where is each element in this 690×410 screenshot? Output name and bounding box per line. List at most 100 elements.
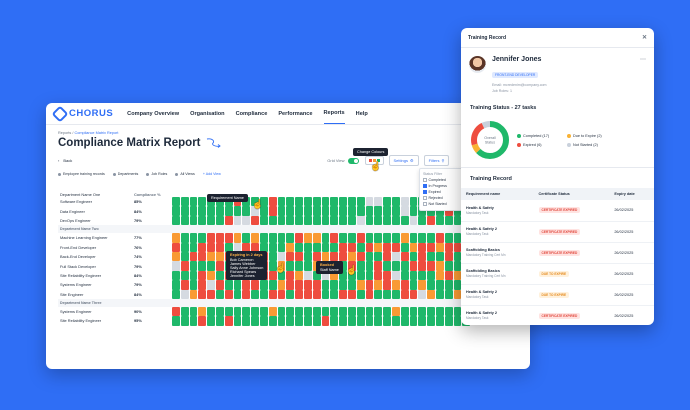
matrix-cell[interactable] — [180, 270, 189, 281]
matrix-cell[interactable] — [198, 261, 207, 271]
matrix-cell[interactable] — [259, 215, 268, 226]
chip-employee-records[interactable]: Employee training records — [58, 172, 105, 176]
matrix-cell[interactable] — [295, 316, 303, 326]
col-requirement[interactable]: Requirement name — [461, 188, 534, 200]
matrix-cell[interactable] — [215, 280, 224, 290]
matrix-cell[interactable] — [400, 306, 409, 317]
grid-view-toggle[interactable] — [347, 157, 359, 164]
matrix-cell[interactable] — [383, 197, 391, 207]
matrix-cell[interactable] — [224, 289, 233, 299]
chip-departments[interactable]: Departments — [112, 172, 138, 176]
matrix-cell[interactable] — [172, 270, 180, 281]
matrix-cell[interactable] — [312, 316, 321, 326]
nav-company-overview[interactable]: Company Overview — [127, 104, 179, 124]
matrix-cell[interactable] — [233, 215, 242, 226]
matrix-cell[interactable] — [330, 289, 339, 299]
matrix-cell[interactable] — [172, 261, 180, 271]
matrix-cell[interactable] — [427, 306, 435, 317]
matrix-cell[interactable] — [224, 215, 233, 226]
matrix-cell[interactable] — [233, 306, 242, 317]
matrix-cell[interactable] — [172, 251, 180, 262]
matrix-cell[interactable] — [180, 206, 189, 216]
matrix-cell[interactable] — [400, 233, 409, 243]
matrix-cell[interactable] — [356, 270, 365, 281]
matrix-cell[interactable] — [444, 242, 453, 252]
matrix-cell[interactable] — [242, 289, 251, 299]
matrix-cell[interactable] — [180, 316, 189, 326]
matrix-cell[interactable] — [180, 280, 189, 290]
matrix-cell[interactable] — [339, 251, 347, 262]
settings-button[interactable]: Settings ⚙ — [388, 155, 419, 166]
matrix-cell[interactable] — [286, 289, 295, 299]
job-role-name[interactable]: Front-End Developer — [58, 243, 134, 252]
matrix-cell[interactable] — [321, 280, 330, 290]
matrix-cell[interactable] — [365, 251, 374, 262]
matrix-cell[interactable] — [391, 316, 400, 326]
matrix-cell[interactable] — [347, 280, 356, 290]
matrix-cell[interactable] — [330, 280, 339, 290]
matrix-cell[interactable] — [259, 233, 268, 243]
matrix-cell[interactable] — [435, 233, 444, 243]
matrix-cell[interactable] — [356, 242, 365, 252]
matrix-cell[interactable] — [347, 289, 356, 299]
matrix-cell[interactable] — [347, 215, 356, 226]
col-expiry-date[interactable]: Expiry date — [609, 188, 654, 200]
matrix-cell[interactable] — [198, 270, 207, 281]
matrix-cell[interactable] — [189, 270, 198, 281]
matrix-cell[interactable] — [435, 215, 444, 226]
matrix-cell[interactable] — [418, 261, 427, 271]
matrix-cell[interactable] — [383, 306, 391, 317]
matrix-cell[interactable] — [295, 270, 303, 281]
job-role-name[interactable]: DevOps Engineer — [58, 216, 134, 225]
matrix-cell[interactable] — [391, 242, 400, 252]
matrix-cell[interactable] — [180, 242, 189, 252]
matrix-cell[interactable] — [268, 280, 277, 290]
matrix-cell[interactable] — [277, 306, 286, 317]
matrix-cell[interactable] — [233, 233, 242, 243]
status-option[interactable]: Not Started — [423, 201, 459, 207]
matrix-cell[interactable] — [427, 261, 435, 271]
matrix-cell[interactable] — [180, 215, 189, 226]
matrix-cell[interactable] — [312, 206, 321, 216]
matrix-cell[interactable] — [356, 215, 365, 226]
matrix-cell[interactable] — [330, 215, 339, 226]
matrix-cell[interactable] — [242, 280, 251, 290]
matrix-cell[interactable] — [277, 197, 286, 207]
matrix-cell[interactable] — [400, 251, 409, 262]
matrix-cell[interactable] — [356, 280, 365, 290]
matrix-cell[interactable] — [286, 261, 295, 271]
matrix-cell[interactable] — [251, 280, 259, 290]
matrix-cell[interactable] — [444, 306, 453, 317]
matrix-cell[interactable] — [321, 242, 330, 252]
matrix-cell[interactable] — [418, 251, 427, 262]
matrix-cell[interactable] — [391, 289, 400, 299]
matrix-cell[interactable] — [259, 306, 268, 317]
matrix-cell[interactable] — [215, 306, 224, 317]
matrix-cell[interactable] — [242, 316, 251, 326]
matrix-cell[interactable] — [286, 215, 295, 226]
matrix-cell[interactable] — [286, 197, 295, 207]
matrix-cell[interactable] — [215, 242, 224, 252]
matrix-cell[interactable] — [365, 206, 374, 216]
matrix-cell[interactable] — [356, 206, 365, 216]
matrix-cell[interactable] — [409, 197, 418, 207]
matrix-cell[interactable] — [233, 280, 242, 290]
matrix-cell[interactable] — [286, 233, 295, 243]
matrix-cell[interactable] — [383, 206, 391, 216]
matrix-cell[interactable] — [233, 206, 242, 216]
matrix-cell[interactable] — [374, 197, 383, 207]
matrix-cell[interactable] — [383, 261, 391, 271]
matrix-cell[interactable] — [444, 215, 453, 226]
matrix-cell[interactable] — [189, 215, 198, 226]
matrix-cell[interactable] — [295, 197, 303, 207]
matrix-cell[interactable] — [303, 289, 312, 299]
matrix-cell[interactable] — [374, 242, 383, 252]
matrix-cell[interactable] — [418, 316, 427, 326]
matrix-cell[interactable] — [295, 306, 303, 317]
matrix-cell[interactable] — [295, 251, 303, 262]
matrix-cell[interactable] — [207, 270, 215, 281]
matrix-cell[interactable] — [347, 233, 356, 243]
matrix-cell[interactable] — [383, 233, 391, 243]
matrix-cell[interactable] — [383, 280, 391, 290]
col-certificate-status[interactable]: Certificate Status — [533, 188, 610, 200]
